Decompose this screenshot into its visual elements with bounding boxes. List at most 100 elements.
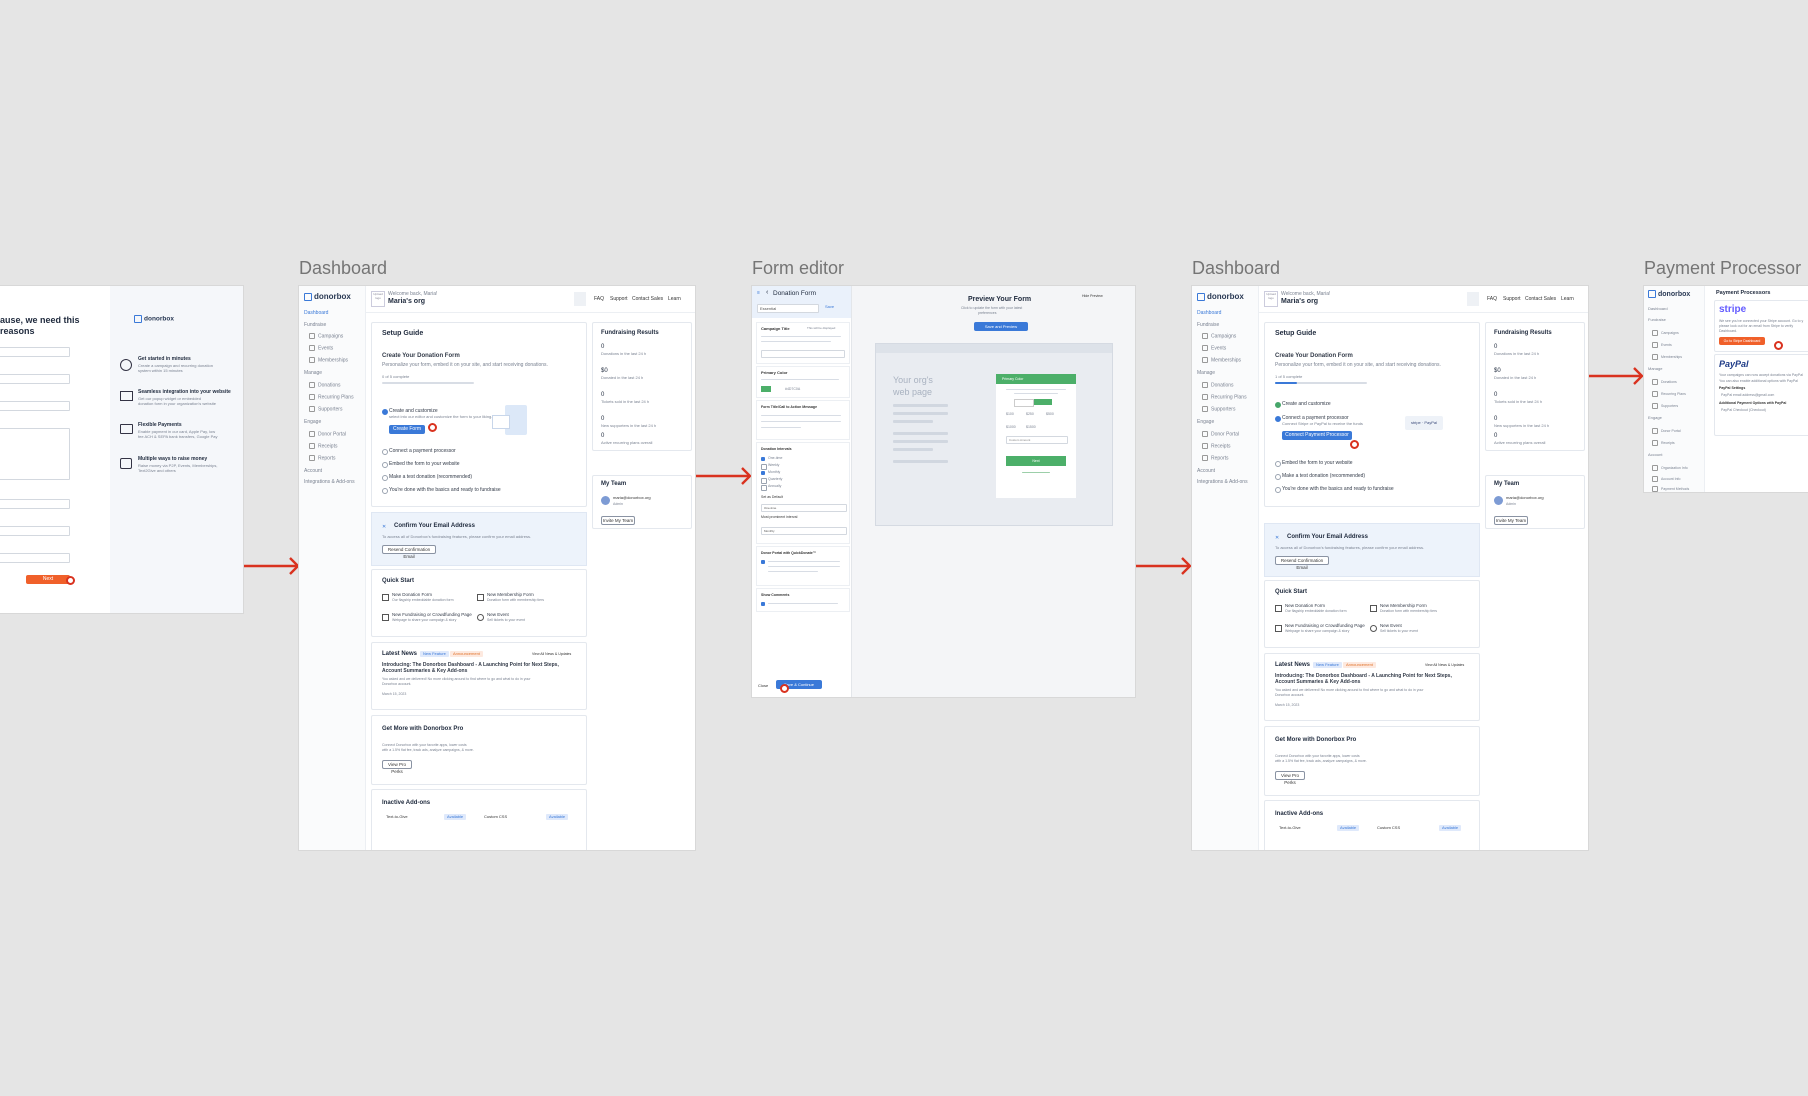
primary-color-value[interactable]: #4D7C0A (785, 387, 800, 391)
view-all-news-link-2[interactable]: View All News & Updates (1425, 663, 1464, 667)
sidebar-section-engage[interactable]: Engage (304, 419, 321, 425)
preview-amount-1[interactable]: $100 (1006, 412, 1014, 416)
sidebar2-item-donations[interactable]: Donations (1202, 382, 1234, 388)
save-preview-button[interactable]: Save and Preview (974, 322, 1028, 331)
pay-sidebar-memberships[interactable]: Memberships (1652, 354, 1682, 360)
sidebar-item-supporters[interactable]: Supporters (309, 406, 342, 412)
paypal-setting-item[interactable]: PayPal email address@gmail.com (1721, 393, 1774, 397)
nav2-faq[interactable]: FAQ (1487, 296, 1497, 302)
sidebar2-item-integrations[interactable]: Integrations & Add-ons (1197, 479, 1248, 485)
qs2-fundraising-page[interactable]: New Fundraising or Crowdfunding Page (1285, 623, 1365, 628)
menu-icon[interactable]: ≡ (757, 290, 760, 296)
sidebar-item-receipts[interactable]: Receipts (309, 443, 337, 449)
show-comments-check[interactable] (761, 602, 765, 606)
signup-field-1[interactable] (0, 347, 70, 357)
nav-contact-sales[interactable]: Contact Sales (632, 296, 663, 302)
sidebar2-item-campaigns[interactable]: Campaigns (1202, 333, 1236, 339)
pay-sidebar-org-info[interactable]: Organization Info (1652, 465, 1688, 471)
pay-sidebar-donor-portal[interactable]: Donor Portal (1652, 428, 1681, 434)
sidebar-item-recurring[interactable]: Recurring Plans (309, 394, 354, 400)
interval-check-quarterly[interactable] (761, 478, 767, 484)
pay-sidebar-account-info[interactable]: Account Info (1652, 476, 1680, 482)
donor-portal-check[interactable] (761, 560, 765, 564)
hide-preview-toggle[interactable]: Hide Preview (1082, 294, 1103, 298)
default-interval-select[interactable]: One-time (761, 504, 847, 512)
qs-membership-form[interactable]: New Membership Form (487, 592, 534, 597)
sidebar2-item-supporters[interactable]: Supporters (1202, 406, 1235, 412)
pay-sidebar-donations[interactable]: Donations (1652, 379, 1677, 385)
step1-check-done[interactable] (1275, 402, 1281, 408)
sidebar2-item-donor-portal[interactable]: Donor Portal (1202, 431, 1239, 437)
preview-next-button[interactable]: Next (1006, 456, 1066, 466)
preview-amount-3[interactable]: $500 (1046, 412, 1054, 416)
sidebar-item-integrations[interactable]: Integrations & Add-ons (304, 479, 355, 485)
nav-support[interactable]: Support (610, 296, 628, 302)
nav2-contact-sales[interactable]: Contact Sales (1525, 296, 1556, 302)
nav-learn[interactable]: Learn (668, 296, 681, 302)
sidebar-item-campaigns[interactable]: Campaigns (309, 333, 343, 339)
pay-sidebar-fundraise[interactable]: Fundraise (1648, 317, 1666, 323)
step4-radio-2[interactable] (1275, 474, 1281, 480)
view-pro-perks-button[interactable]: View Pro Perks (382, 760, 412, 774)
resend-confirmation-button-2[interactable]: Resend Confirmation Email (1275, 556, 1329, 570)
sidebar-section-fundraise[interactable]: Fundraise (304, 322, 326, 328)
sidebar2-item-memberships[interactable]: Memberships (1202, 357, 1241, 363)
preview-custom-amount[interactable]: Custom Amount (1006, 436, 1068, 444)
close-icon[interactable]: ✕ (382, 524, 386, 530)
addon-custom-css[interactable]: Custom CSS (484, 814, 507, 820)
color-swatch[interactable] (761, 386, 771, 392)
signup-next-button[interactable]: Next (26, 575, 70, 584)
view-all-news-link[interactable]: View All News & Updates (532, 652, 571, 656)
paypal-checkout-item[interactable]: PayPal Checkout (Checkout) (1721, 408, 1766, 412)
qs2-membership-form[interactable]: New Membership Form (1380, 603, 1427, 608)
step5-radio[interactable] (382, 488, 388, 494)
preview-onetime-toggle[interactable] (1014, 399, 1034, 407)
connect-payment-processor-button[interactable]: Connect Payment Processor (1282, 431, 1352, 440)
sidebar-section-manage[interactable]: Manage (304, 370, 322, 376)
preview-amount-4[interactable]: $1000 (1006, 425, 1016, 429)
nav2-support[interactable]: Support (1503, 296, 1521, 302)
signup-field-4[interactable] (0, 499, 70, 509)
nav-faq[interactable]: FAQ (594, 296, 604, 302)
sidebar2-item-events[interactable]: Events (1202, 345, 1226, 351)
addon2-text-to-give[interactable]: Text-to-Give (1279, 825, 1301, 831)
sidebar2-item-reports[interactable]: Reports (1202, 455, 1229, 461)
template-save[interactable]: Save (825, 304, 834, 310)
pay-sidebar-receipts[interactable]: Receipts (1652, 440, 1675, 446)
signup-field-3[interactable] (0, 401, 70, 411)
nav2-learn[interactable]: Learn (1561, 296, 1574, 302)
upload-logo-placeholder[interactable]: Upload logo (371, 291, 385, 307)
sidebar2-section-fundraise[interactable]: Fundraise (1197, 322, 1219, 328)
sidebar2-item-dashboard[interactable]: Dashboard (1197, 310, 1221, 316)
template-select[interactable]: Essential (757, 304, 819, 313)
qs-fundraising-page[interactable]: New Fundraising or Crowdfunding Page (392, 612, 472, 617)
sidebar-item-reports[interactable]: Reports (309, 455, 336, 461)
invite-team-button[interactable]: Invite My Team (601, 516, 635, 525)
sidebar2-item-receipts[interactable]: Receipts (1202, 443, 1230, 449)
editor-close[interactable]: Close (758, 683, 768, 689)
preview-amount-5[interactable]: $1500 (1026, 425, 1036, 429)
step1-radio[interactable] (382, 409, 388, 415)
pay-sidebar-events[interactable]: Events (1652, 342, 1672, 348)
sidebar-item-donations[interactable]: Donations (309, 382, 341, 388)
interval-check-monthly[interactable] (761, 471, 765, 475)
signup-field-6[interactable] (0, 553, 70, 563)
close-icon[interactable]: ✕ (1275, 535, 1279, 541)
signup-field-5[interactable] (0, 526, 70, 536)
sidebar-item-memberships[interactable]: Memberships (309, 357, 348, 363)
preview-amount-2[interactable]: $250 (1026, 412, 1034, 416)
interval-check-annually[interactable] (761, 485, 767, 491)
pay-sidebar-supporters[interactable]: Supporters (1652, 403, 1678, 409)
news-headline-2[interactable]: Account Summaries & Key Add-ons (382, 668, 467, 674)
signup-field-2[interactable] (0, 374, 70, 384)
pay-sidebar-recurring[interactable]: Recurring Plans (1652, 391, 1686, 397)
sidebar2-section-account[interactable]: Account (1197, 468, 1215, 474)
create-form-button[interactable]: Create Form (389, 425, 425, 434)
signup-textarea[interactable] (0, 428, 70, 480)
qs-donation-form[interactable]: New Donation Form (392, 592, 432, 597)
sidebar-item-donor-portal[interactable]: Donor Portal (309, 431, 346, 437)
pay-sidebar-payment-methods[interactable]: Payment Methods (1652, 486, 1689, 492)
step3-radio-2[interactable] (1275, 461, 1281, 467)
view-pro-perks-button-2[interactable]: View Pro Perks (1275, 771, 1305, 785)
step2-radio[interactable] (382, 449, 388, 455)
